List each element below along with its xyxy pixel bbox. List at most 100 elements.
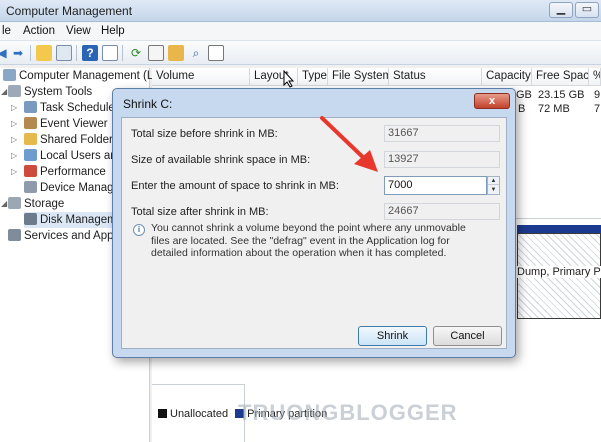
console-icon[interactable] xyxy=(102,45,118,61)
shared-folder-icon xyxy=(24,133,37,145)
help-icon[interactable]: ? xyxy=(82,45,98,61)
computer-icon xyxy=(3,69,16,81)
tree-item-label: Shared Folders xyxy=(40,134,119,146)
tree-item-local-users[interactable]: Local Users and xyxy=(24,148,123,164)
menu-bar: le Action View Help xyxy=(0,22,601,41)
unallocated-swatch xyxy=(158,409,167,418)
search-icon[interactable]: ⌕ xyxy=(188,45,204,61)
expand-chevron-icon[interactable]: ▷ xyxy=(11,148,17,164)
value-total-size-before: 31667 xyxy=(384,125,500,142)
column-header-file-system[interactable]: File System xyxy=(328,68,389,86)
window-title: Computer Management xyxy=(6,4,133,18)
tree-item-label: Storage xyxy=(24,198,65,210)
expand-chevron-icon[interactable]: ▷ xyxy=(11,116,17,132)
window-titlebar: Computer Management ▁ ▭ xyxy=(0,0,601,22)
expand-chevron-icon[interactable]: ▷ xyxy=(11,132,17,148)
users-icon xyxy=(24,149,37,161)
tree-item-label: System Tools xyxy=(24,86,93,98)
label-total-size-after: Total size after shrink in MB: xyxy=(131,206,269,218)
task-scheduler-icon xyxy=(24,101,37,113)
refresh-icon[interactable]: ⟳ xyxy=(128,45,144,61)
performance-icon xyxy=(24,165,37,177)
tree-item-services-applications[interactable]: Services and Applic xyxy=(8,228,124,244)
cell-free-space: 23.15 GB xyxy=(538,89,585,101)
partition-label: Dump, Primary Par xyxy=(514,266,601,278)
label-total-size-before: Total size before shrink in MB: xyxy=(131,128,278,140)
column-header-free-space[interactable]: Free Space xyxy=(532,68,589,86)
open-icon[interactable] xyxy=(168,45,184,61)
spin-up-icon[interactable]: ▲ xyxy=(488,177,499,185)
column-header-type[interactable]: Type xyxy=(298,68,328,86)
cell-percent: 7 xyxy=(594,103,601,115)
watermark-logo: TRUONGBLOGGER xyxy=(238,400,458,425)
cell-capacity: B xyxy=(518,103,526,115)
tree-item-storage[interactable]: Storage xyxy=(8,196,64,212)
tree-item-system-tools[interactable]: System Tools xyxy=(8,84,92,100)
toolbar-separator xyxy=(30,45,31,61)
spin-down-icon[interactable]: ▼ xyxy=(488,186,499,194)
disk-management-icon xyxy=(24,213,37,225)
tree-item-label: Task Scheduler xyxy=(40,102,119,114)
tree-item-label: Performance xyxy=(40,166,106,178)
column-header-percent[interactable]: % xyxy=(589,68,601,86)
maximize-button[interactable]: ▭ xyxy=(575,2,599,18)
back-arrow-icon[interactable]: ◀ xyxy=(0,45,10,61)
legend-label-unallocated: Unallocated xyxy=(170,408,229,420)
tree-item-label: Services and Applic xyxy=(24,230,125,242)
services-icon xyxy=(8,229,21,241)
expand-chevron-icon[interactable]: ▷ xyxy=(11,164,17,180)
label-available-shrink: Size of available shrink space in MB: xyxy=(131,154,311,166)
tree-item-device-manager[interactable]: Device Manager xyxy=(24,180,124,196)
shrink-dialog: Shrink C: x Total size before shrink in … xyxy=(112,88,516,358)
divider xyxy=(152,384,244,385)
column-header-volume[interactable]: Volume xyxy=(152,68,250,86)
export-icon[interactable] xyxy=(148,45,164,61)
shrink-amount-input[interactable]: 7000 xyxy=(384,176,487,195)
info-icon: i xyxy=(133,224,145,236)
shrink-button[interactable]: Shrink xyxy=(358,326,427,346)
minimize-button[interactable]: ▁ xyxy=(549,2,573,18)
toolbar: ◀ ➡ ? ⟳ ⌕ xyxy=(0,41,601,65)
annotation-arrow-icon xyxy=(320,116,378,172)
toolbar-separator xyxy=(122,45,123,61)
storage-icon xyxy=(8,197,21,209)
up-folder-icon[interactable] xyxy=(36,45,52,61)
device-manager-icon xyxy=(24,181,37,193)
menu-help[interactable]: Help xyxy=(101,25,125,37)
cell-percent: 9 xyxy=(594,89,601,101)
collapse-chevron-icon[interactable]: ◢ xyxy=(1,84,7,100)
menu-file[interactable]: le xyxy=(2,25,11,37)
tree-item-shared-folders[interactable]: Shared Folders xyxy=(24,132,119,148)
tools-icon xyxy=(8,85,21,97)
tree-item-performance[interactable]: Performance xyxy=(24,164,106,180)
menu-action[interactable]: Action xyxy=(23,25,55,37)
cell-free-space: 72 MB xyxy=(538,103,570,115)
properties-icon[interactable] xyxy=(208,45,224,61)
cell-capacity: GB xyxy=(516,89,532,101)
expand-chevron-icon[interactable]: ▷ xyxy=(11,100,17,116)
tree-item-computer-management[interactable]: Computer Management (Local xyxy=(3,68,174,84)
shrink-amount-stepper: ▲ ▼ xyxy=(487,176,500,195)
forward-arrow-icon[interactable]: ➡ xyxy=(10,45,26,61)
tree-item-label: Disk Manageme xyxy=(40,214,124,226)
column-header-capacity[interactable]: Capacity xyxy=(482,68,532,86)
collapse-chevron-icon[interactable]: ◢ xyxy=(1,196,7,212)
tree-item-label: Local Users and xyxy=(40,150,124,162)
close-button[interactable]: x xyxy=(474,93,510,109)
tree-item-label: Event Viewer xyxy=(40,118,108,130)
dialog-title: Shrink C: xyxy=(123,97,173,111)
label-amount-to-shrink: Enter the amount of space to shrink in M… xyxy=(131,180,339,192)
event-viewer-icon xyxy=(24,117,37,129)
cancel-button[interactable]: Cancel xyxy=(433,326,502,346)
show-tree-icon[interactable] xyxy=(56,45,72,61)
mouse-cursor-icon xyxy=(283,70,295,88)
menu-view[interactable]: View xyxy=(66,25,91,37)
dialog-body: Total size before shrink in MB: 31667 Si… xyxy=(121,117,507,349)
value-available-shrink: 13927 xyxy=(384,151,500,168)
partition-header-bar xyxy=(517,225,601,233)
column-header-status[interactable]: Status xyxy=(389,68,482,86)
tree-item-task-scheduler[interactable]: Task Scheduler xyxy=(24,100,119,116)
value-total-size-after: 24667 xyxy=(384,203,500,220)
toolbar-separator xyxy=(76,45,77,61)
tree-item-event-viewer[interactable]: Event Viewer xyxy=(24,116,108,132)
